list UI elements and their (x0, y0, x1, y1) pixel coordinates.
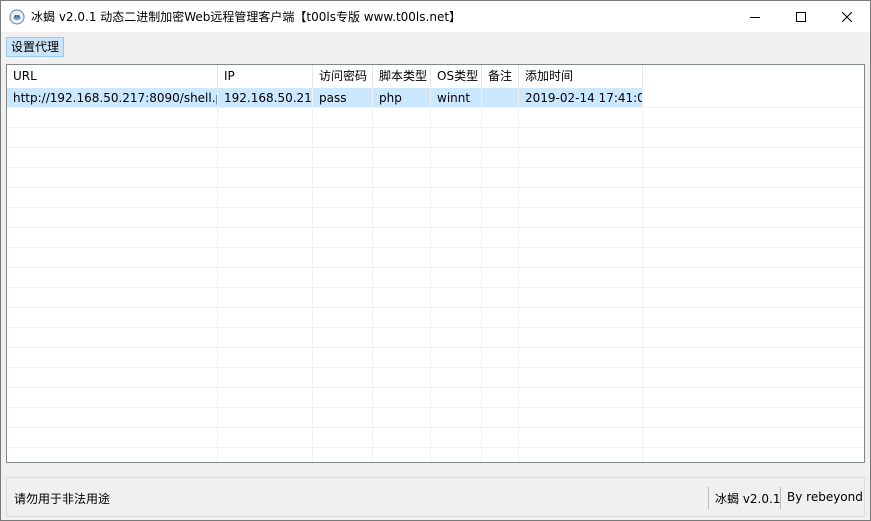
cell-url: http://192.168.50.217:8090/shell.php (7, 88, 218, 108)
row-gridline (7, 187, 864, 188)
table-row[interactable]: http://192.168.50.217:8090/shell.php 192… (7, 88, 864, 108)
column-gridline (312, 87, 313, 462)
column-gridline (372, 87, 373, 462)
window-title: 冰蝎 v2.0.1 动态二进制加密Web远程管理客户端【t00ls专版 www.… (31, 10, 462, 24)
row-gridline (7, 307, 864, 308)
row-gridline (7, 127, 864, 128)
close-button[interactable] (824, 1, 870, 32)
cell-note (482, 88, 519, 108)
shell-list[interactable]: URL IP 访问密码 脚本类型 OS类型 备注 添加时间 http://192… (6, 64, 865, 463)
row-gridline (7, 267, 864, 268)
row-gridline (7, 167, 864, 168)
row-gridline (7, 147, 864, 148)
set-proxy-menu[interactable]: 设置代理 (6, 37, 65, 57)
status-author: By rebeyond (787, 490, 863, 504)
maximize-button[interactable] (778, 1, 824, 32)
status-version: 冰蝎 v2.0.1 (715, 492, 781, 506)
column-gridline (430, 87, 431, 462)
cell-password: pass (313, 88, 373, 108)
row-gridline (7, 207, 864, 208)
column-gridline (518, 87, 519, 462)
column-header-filler (643, 65, 864, 87)
cell-script-type: php (373, 88, 431, 108)
column-header-ip[interactable]: IP (218, 65, 313, 87)
cell-filler (643, 88, 864, 108)
column-header-added-time[interactable]: 添加时间 (519, 65, 643, 87)
app-logo-icon (9, 9, 25, 24)
column-header-password[interactable]: 访问密码 (313, 65, 373, 87)
row-gridline (7, 367, 864, 368)
menu-bar: 设置代理 (1, 32, 870, 60)
window-controls (732, 1, 870, 32)
status-separator (780, 487, 781, 509)
row-gridline (7, 427, 864, 428)
column-header-note[interactable]: 备注 (482, 65, 519, 87)
column-gridline (481, 87, 482, 462)
app-window: 冰蝎 v2.0.1 动态二进制加密Web远程管理客户端【t00ls专版 www.… (0, 0, 871, 521)
cell-ip: 192.168.50.217 (218, 88, 313, 108)
row-gridline (7, 347, 864, 348)
column-header-script-type[interactable]: 脚本类型 (373, 65, 431, 87)
list-header: URL IP 访问密码 脚本类型 OS类型 备注 添加时间 (7, 65, 864, 87)
row-gridline (7, 407, 864, 408)
cell-added-time: 2019-02-14 17:41:08 (519, 88, 643, 108)
row-gridline (7, 107, 864, 108)
column-gridline (642, 87, 643, 462)
status-bar: 请勿用于非法用途 冰蝎 v2.0.1 By rebeyond (6, 477, 865, 517)
close-icon (842, 11, 852, 22)
cell-os-type: winnt (431, 88, 482, 108)
row-gridline (7, 327, 864, 328)
row-gridline (7, 247, 864, 248)
status-warning: 请勿用于非法用途 (14, 492, 111, 506)
minimize-icon (750, 16, 760, 18)
title-bar[interactable]: 冰蝎 v2.0.1 动态二进制加密Web远程管理客户端【t00ls专版 www.… (1, 1, 870, 32)
row-gridline (7, 447, 864, 448)
column-header-os-type[interactable]: OS类型 (431, 65, 482, 87)
row-gridline (7, 387, 864, 388)
row-gridline (7, 227, 864, 228)
status-separator (708, 487, 709, 509)
maximize-icon (796, 11, 806, 22)
minimize-button[interactable] (732, 1, 778, 32)
row-gridline (7, 287, 864, 288)
column-header-url[interactable]: URL (7, 65, 218, 87)
column-gridline (217, 87, 218, 462)
